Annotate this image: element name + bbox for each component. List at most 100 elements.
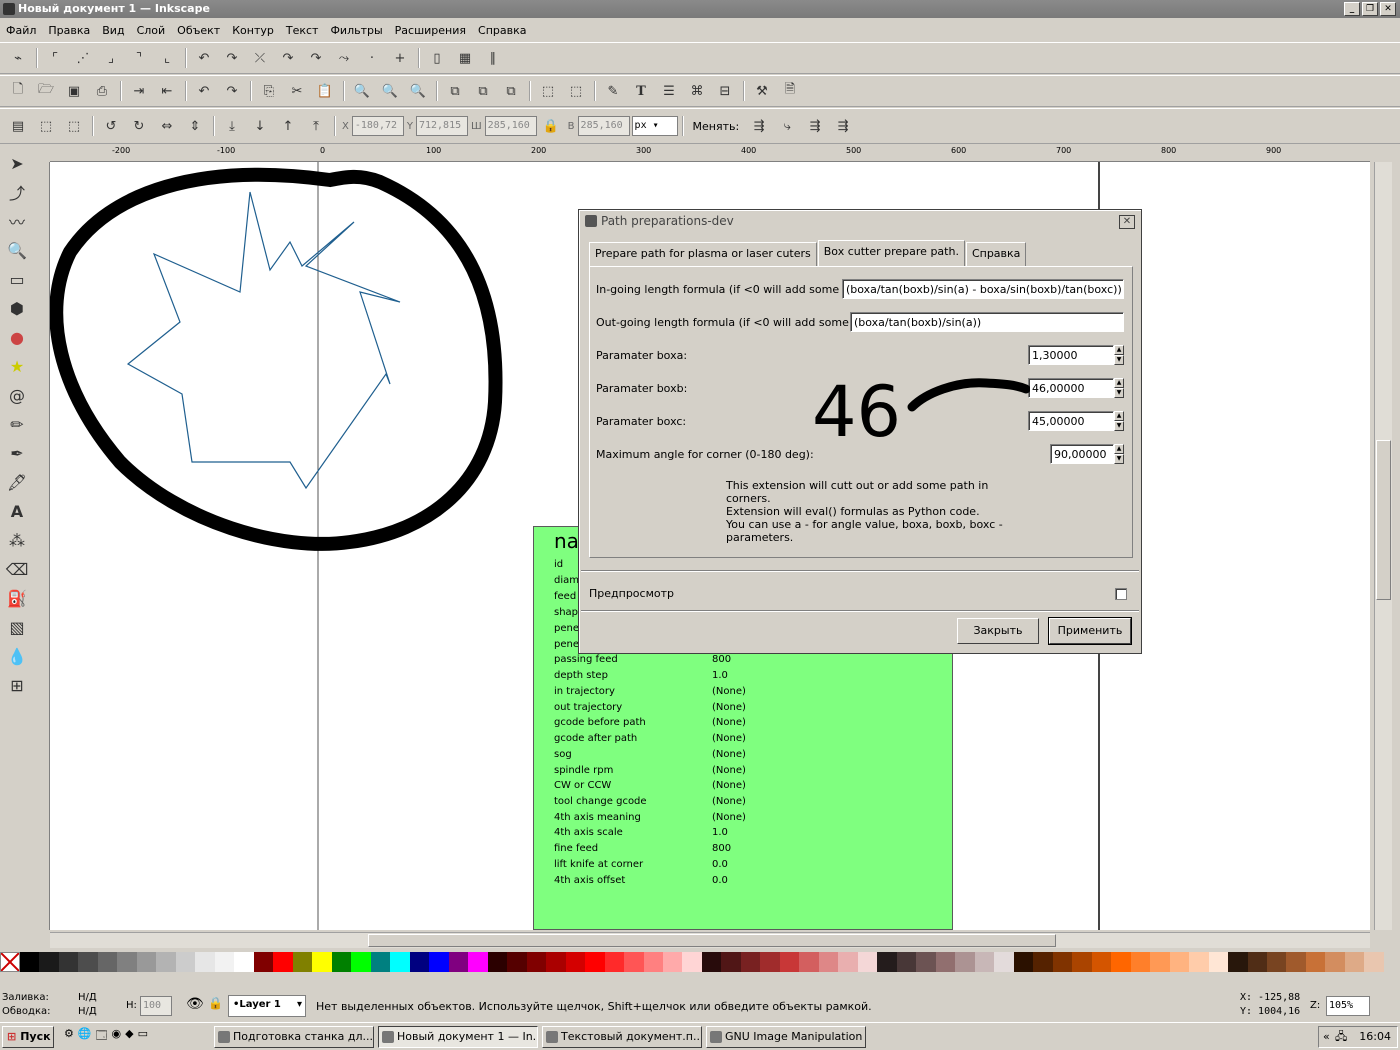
close-button[interactable]: ✕ <box>1380 2 1396 16</box>
color-swatch[interactable] <box>331 952 352 972</box>
select-all-icon[interactable]: ▤ <box>7 115 29 137</box>
color-swatch[interactable] <box>955 952 975 972</box>
paint-bucket-tool-icon[interactable]: ⛽ <box>3 584 31 612</box>
snap-center-icon[interactable]: · <box>361 47 383 69</box>
color-swatch[interactable] <box>779 952 800 972</box>
quicklaunch-icon[interactable]: 🗔 <box>96 1027 108 1046</box>
menu-extensions[interactable]: Расширения <box>395 24 466 37</box>
boxa-spinner[interactable]: ▲ ▼ <box>1114 345 1124 365</box>
group-icon[interactable]: ⬚ <box>537 80 559 102</box>
snap-bbox-center-icon[interactable]: ⌞ <box>156 47 178 69</box>
color-swatch[interactable] <box>1072 952 1092 972</box>
color-swatch[interactable] <box>78 952 98 972</box>
gradient-tool-icon[interactable]: ▧ <box>3 613 31 641</box>
color-swatch[interactable] <box>1111 952 1131 972</box>
align-icon[interactable]: ⊟ <box>714 80 736 102</box>
color-swatch[interactable] <box>896 952 917 972</box>
snap-bbox-edge-icon[interactable]: ⋰ <box>72 47 94 69</box>
h-field[interactable]: 285,160 <box>577 116 630 136</box>
layer-lock-icon[interactable]: 🔒 <box>208 996 223 1010</box>
color-swatch[interactable] <box>935 952 956 972</box>
color-swatch[interactable] <box>1305 952 1326 972</box>
preview-checkbox[interactable] <box>1115 588 1127 600</box>
selector-tool-icon[interactable]: ➤ <box>3 149 31 177</box>
apply-button[interactable]: Применить <box>1048 617 1132 645</box>
document-properties-icon[interactable]: 🗎 <box>779 80 801 102</box>
color-swatch[interactable] <box>1344 952 1365 972</box>
color-swatch[interactable] <box>214 952 235 972</box>
new-document-icon[interactable]: 🗋 <box>7 80 29 102</box>
task-gimp[interactable]: GNU Image Manipulation ... <box>706 1025 866 1048</box>
color-swatch[interactable] <box>526 952 547 972</box>
copy-icon[interactable]: ⎘ <box>258 80 280 102</box>
tweak-tool-icon[interactable]: 〰 <box>3 207 31 235</box>
cut-icon[interactable]: ✂ <box>286 80 308 102</box>
flip-horizontal-icon[interactable]: ⇔ <box>156 115 178 137</box>
boxc-input[interactable]: 45,00000 <box>1028 411 1114 431</box>
import-icon[interactable]: ⇥ <box>128 80 150 102</box>
move-patterns-icon[interactable]: ⇶ <box>832 115 854 137</box>
color-swatch[interactable] <box>273 952 293 972</box>
spin-down-icon[interactable]: ▼ <box>1114 388 1124 398</box>
ingoing-formula-input[interactable]: (boxa/tan(boxb)/sin(a) - boxa/sin(boxb)/… <box>842 279 1124 299</box>
color-swatch[interactable] <box>662 952 683 972</box>
color-swatch[interactable] <box>1169 952 1190 972</box>
color-swatch[interactable] <box>351 952 371 972</box>
snap-guide-icon[interactable]: ∥ <box>482 47 504 69</box>
color-swatch[interactable] <box>585 952 605 972</box>
snap-toggle-icon[interactable]: ⌁ <box>7 47 29 69</box>
lock-icon[interactable]: 🔒 <box>540 115 562 137</box>
text-tool-icon[interactable]: A <box>3 497 31 525</box>
minimize-button[interactable]: _ <box>1344 2 1360 16</box>
scale-corners-icon[interactable]: ⤷ <box>776 115 798 137</box>
color-swatch[interactable] <box>1247 952 1267 972</box>
color-swatch[interactable] <box>20 952 40 972</box>
zoom-field[interactable]: 105% <box>1326 996 1370 1016</box>
calligraphy-tool-icon[interactable]: 🖋 <box>3 468 31 496</box>
quicklaunch-icon[interactable]: 🌐 <box>78 1027 92 1046</box>
snap-page-icon[interactable]: ▯ <box>426 47 448 69</box>
y-field[interactable]: 712,815 <box>415 116 468 136</box>
color-swatch[interactable] <box>799 952 819 972</box>
snap-bbox-mid-icon[interactable]: ⌝ <box>128 47 150 69</box>
rotate-cw-icon[interactable]: ↻ <box>128 115 150 137</box>
color-swatch[interactable] <box>1286 952 1306 972</box>
raise-top-icon[interactable]: ⤒ <box>305 115 327 137</box>
color-swatch[interactable] <box>292 952 313 972</box>
pencil-tool-icon[interactable]: ✏ <box>3 410 31 438</box>
no-paint-swatch[interactable] <box>0 952 20 972</box>
layers-icon[interactable]: ☰ <box>658 80 680 102</box>
color-swatch[interactable] <box>740 952 761 972</box>
color-swatch[interactable] <box>974 952 995 972</box>
move-gradients-icon[interactable]: ⇶ <box>804 115 826 137</box>
color-swatch[interactable] <box>1013 952 1034 972</box>
color-swatch[interactable] <box>624 952 644 972</box>
clone-icon[interactable]: ⧉ <box>472 80 494 102</box>
chrome-icon[interactable]: ◉ <box>112 1027 122 1046</box>
menu-filters[interactable]: Фильтры <box>330 24 382 37</box>
color-swatch[interactable] <box>838 952 858 972</box>
color-swatch[interactable] <box>1150 952 1170 972</box>
color-swatch[interactable] <box>1364 952 1384 972</box>
duplicate-icon[interactable]: ⧉ <box>444 80 466 102</box>
spray-tool-icon[interactable]: ⁂ <box>3 526 31 554</box>
pen-tool-icon[interactable]: ✒ <box>3 439 31 467</box>
snap-nodes-icon[interactable]: ↶ <box>193 47 215 69</box>
fill-stroke-icon[interactable]: ✎ <box>602 80 624 102</box>
close-dialog-button[interactable]: Закрыть <box>957 618 1039 644</box>
text-font-icon[interactable]: T <box>630 80 652 102</box>
snap-smooth-icon[interactable]: ↷ <box>305 47 327 69</box>
spin-down-icon[interactable]: ▼ <box>1114 421 1124 431</box>
color-swatch[interactable] <box>546 952 566 972</box>
snap-cusp-icon[interactable]: ↷ <box>277 47 299 69</box>
color-swatch[interactable] <box>39 952 59 972</box>
deselect-icon[interactable]: ⬚ <box>63 115 85 137</box>
color-swatch[interactable] <box>994 952 1014 972</box>
w-field[interactable]: 285,160 <box>484 116 537 136</box>
vertical-scrollbar[interactable] <box>1374 162 1392 930</box>
color-swatch[interactable] <box>390 952 410 972</box>
color-swatch[interactable] <box>487 952 508 972</box>
color-swatch[interactable] <box>175 952 196 972</box>
ungroup-icon[interactable]: ⬚ <box>565 80 587 102</box>
export-icon[interactable]: ⇤ <box>156 80 178 102</box>
